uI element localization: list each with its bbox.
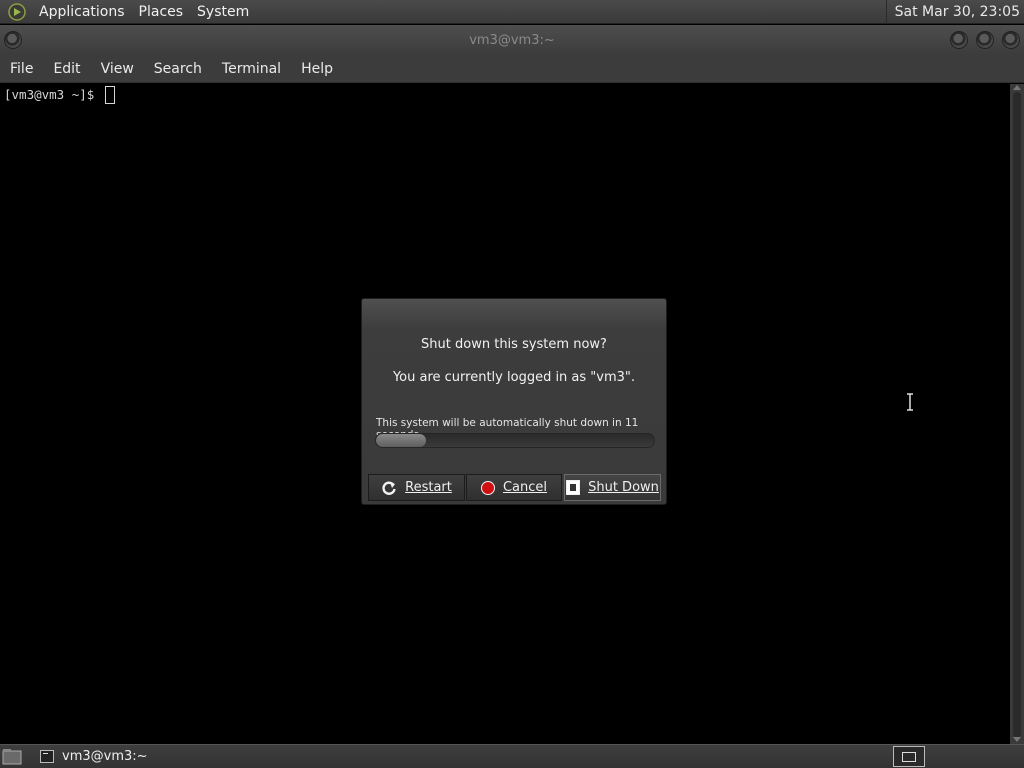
scrollbar-thumb[interactable] xyxy=(1013,92,1021,738)
top-panel: Applications Places System Sat Mar 30, 2… xyxy=(0,0,1024,24)
menu-search[interactable]: Search xyxy=(144,61,212,77)
cancel-button[interactable]: Cancel xyxy=(466,474,562,501)
workspace-switcher[interactable] xyxy=(893,746,925,767)
dialog-question: Shut down this system now? xyxy=(421,337,607,352)
minimize-icon[interactable] xyxy=(950,31,968,49)
scroll-up-icon[interactable] xyxy=(1013,85,1021,90)
menu-help[interactable]: Help xyxy=(291,61,343,77)
shutdown-button[interactable]: Shut Down xyxy=(564,474,661,501)
ibeam-cursor-icon xyxy=(907,393,913,411)
shutdown-icon xyxy=(566,480,581,495)
restart-icon xyxy=(382,481,396,495)
close-icon[interactable] xyxy=(1002,31,1020,49)
restart-label: Restart xyxy=(405,480,452,495)
workspace-switcher-icon xyxy=(902,751,916,762)
terminal-scrollbar[interactable] xyxy=(1010,84,1024,744)
menu-view[interactable]: View xyxy=(91,61,144,77)
places-menu[interactable]: Places xyxy=(132,0,191,24)
gnome-foot-logo-icon[interactable] xyxy=(8,2,26,21)
cancel-icon xyxy=(480,480,495,495)
taskbar-item-terminal[interactable]: vm3@vm3:~ xyxy=(34,746,334,767)
taskbar-item-label: vm3@vm3:~ xyxy=(62,749,148,764)
progress-fill xyxy=(376,434,427,447)
terminal-menubar: File Edit View Search Terminal Help xyxy=(0,55,1024,83)
bottom-panel: vm3@vm3:~ xyxy=(0,744,1024,768)
window-title: vm3@vm3:~ xyxy=(469,32,555,48)
window-menu-icon[interactable] xyxy=(4,31,22,49)
shutdown-dialog: Shut down this system now? You are curre… xyxy=(361,298,667,505)
countdown-progress-bar xyxy=(375,433,655,448)
terminal-icon xyxy=(40,750,54,763)
menu-file[interactable]: File xyxy=(0,61,43,77)
window-titlebar[interactable]: vm3@vm3:~ xyxy=(0,25,1024,55)
menu-edit[interactable]: Edit xyxy=(43,61,90,77)
panel-clock[interactable]: Sat Mar 30, 23:05 xyxy=(885,0,1020,24)
restart-button[interactable]: Restart xyxy=(368,474,465,501)
dialog-logged-in-text: You are currently logged in as "vm3". xyxy=(392,370,636,385)
menu-terminal[interactable]: Terminal xyxy=(212,61,291,77)
shell-prompt: [vm3@vm3 ~]$ xyxy=(4,87,102,102)
cancel-label: Cancel xyxy=(502,480,548,495)
shutdown-label: Shut Down xyxy=(588,480,659,495)
text-cursor xyxy=(105,86,115,104)
applications-menu[interactable]: Applications xyxy=(32,0,132,24)
maximize-icon[interactable] xyxy=(976,31,994,49)
show-desktop-icon[interactable] xyxy=(2,748,22,765)
system-menu[interactable]: System xyxy=(190,0,256,24)
scroll-down-icon[interactable] xyxy=(1013,737,1021,742)
